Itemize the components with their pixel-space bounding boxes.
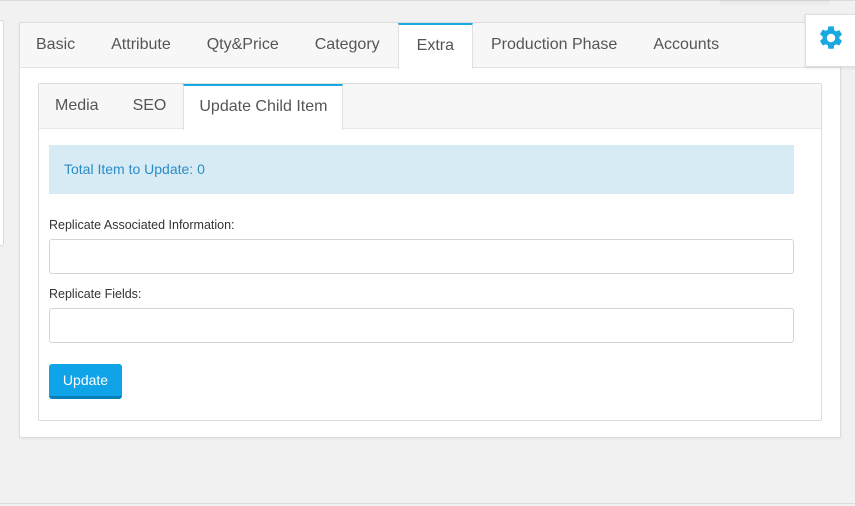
subtab-update-child-item[interactable]: Update Child Item (183, 84, 344, 130)
replicate-fields-label: Replicate Fields: (49, 287, 142, 301)
replicate-fields-input[interactable] (49, 308, 794, 343)
replicate-associated-label: Replicate Associated Information: (49, 218, 235, 232)
tab-extra[interactable]: Extra (397, 23, 473, 69)
extra-tab-panel: Media SEO Update Child Item Total Item t… (38, 83, 822, 421)
gear-icon (817, 24, 845, 57)
tab-basic[interactable]: Basic (20, 23, 93, 67)
bottom-border (0, 503, 855, 504)
tab-category[interactable]: Category (297, 23, 398, 67)
update-button[interactable]: Update (49, 364, 122, 399)
item-editor-panel: Basic Attribute Qty&Price Category Extra… (19, 22, 841, 438)
sub-tabbar: Media SEO Update Child Item (39, 84, 821, 130)
left-panel-edge (0, 20, 4, 246)
tab-production-phase[interactable]: Production Phase (473, 23, 635, 67)
tab-attribute[interactable]: Attribute (93, 23, 189, 67)
subtab-seo[interactable]: SEO (116, 84, 184, 128)
subtab-media[interactable]: Media (39, 84, 116, 128)
main-tabbar: Basic Attribute Qty&Price Category Extra… (20, 23, 840, 69)
header-shadow (720, 0, 830, 6)
total-item-info: Total Item to Update: 0 (49, 145, 794, 194)
tab-accounts[interactable]: Accounts (635, 23, 737, 67)
replicate-associated-input[interactable] (49, 239, 794, 274)
tab-qty-price[interactable]: Qty&Price (189, 23, 297, 67)
settings-button[interactable] (805, 14, 855, 67)
